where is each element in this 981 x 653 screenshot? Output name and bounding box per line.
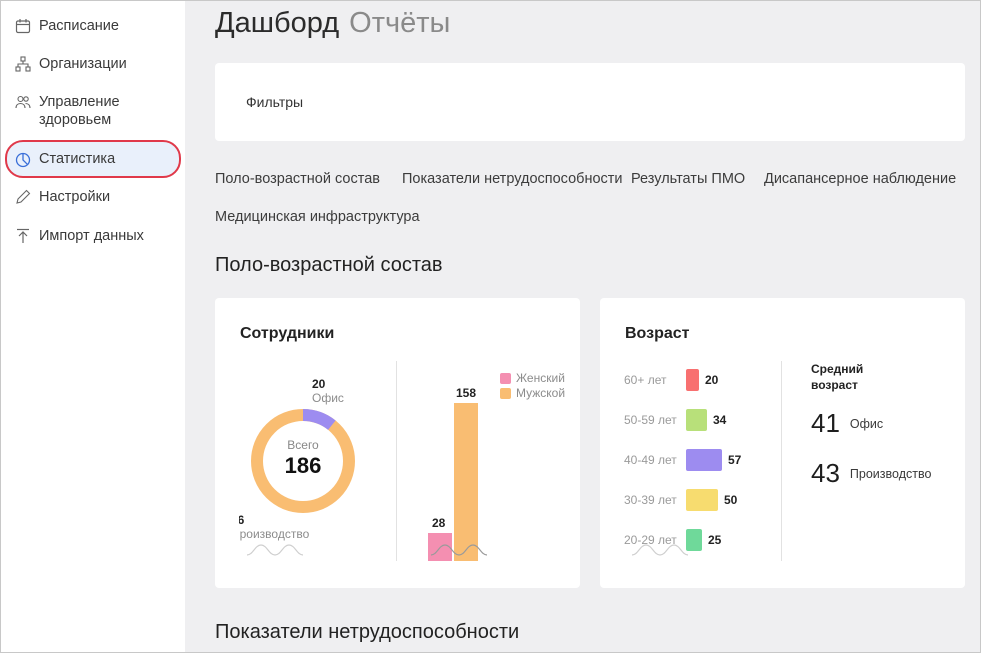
filters-label: Фильтры [246, 94, 304, 110]
loading-wave-icon [431, 544, 487, 556]
bar-male[interactable] [454, 403, 478, 561]
sidebar-item-organizations[interactable]: Организации [5, 55, 181, 73]
upload-icon [17, 228, 29, 243]
age-bar-value: 25 [708, 533, 722, 547]
age-row[interactable]: 40-49 лет 57 [624, 449, 741, 471]
sidebar-item-health-management[interactable]: Управление здоровьем [5, 93, 181, 129]
age-title: Возраст [625, 325, 690, 342]
age-row-label: 50-59 лет [624, 413, 677, 427]
card-divider [396, 361, 397, 561]
total-label: Всего [287, 438, 319, 452]
section-title-demographics: Поло-возрастной состав [215, 254, 443, 276]
age-row[interactable]: 30-39 лет 50 [624, 489, 737, 511]
legend-item-female[interactable]: Женский [500, 371, 580, 385]
office-callout: 20 Офис [312, 377, 344, 405]
production-callout: 66 Производство [239, 513, 329, 541]
page-title-text: Дашборд [215, 7, 340, 39]
sidebar-item-label: Настройки [39, 189, 111, 205]
office-value: 20 [312, 377, 326, 391]
employees-card: Сотрудники Всего 186 20 Офис 66 Производ… [215, 298, 580, 588]
loading-wave-icon [247, 544, 303, 556]
total-value: 186 [284, 453, 322, 478]
age-bar[interactable] [686, 489, 718, 511]
sidebar-item-statistics[interactable]: Статистика [5, 140, 181, 178]
average-age-title: Средний возраст [811, 362, 864, 392]
age-card: Возраст 60+ лет 20 50-59 лет 34 40-49 лет 57 3… [600, 298, 965, 588]
page-subtitle[interactable]: Отчёты [349, 7, 450, 39]
office-label: Офис [312, 391, 344, 405]
sidebar-item-label: Расписание [39, 18, 119, 34]
average-age-production: 43 Производство [811, 458, 931, 489]
sidebar-item-settings[interactable]: Настройки [5, 188, 181, 206]
legend-swatch [500, 372, 511, 384]
loading-wave-icon [632, 544, 688, 556]
pie-chart-icon [15, 152, 31, 167]
page-title: Дашборд Отчёты [215, 7, 450, 40]
tab-dispensary[interactable]: Дисапансерное наблюдение [764, 171, 956, 187]
average-age-value: 41 [811, 408, 840, 438]
employees-title: Сотрудники [240, 325, 335, 342]
age-bar[interactable] [686, 409, 707, 431]
main-content: Дашборд Отчёты Фильтры Поло-возрастной со… [185, 1, 980, 652]
calendar-icon [15, 19, 31, 34]
sidebar-item-label: Управление здоровьем [39, 94, 120, 128]
tab-pmo-results[interactable]: Результаты ПМО [631, 171, 745, 187]
age-bar[interactable] [686, 449, 722, 471]
sidebar: Расписание Организации Управление здоров… [1, 1, 185, 652]
average-age-label: Офис [849, 416, 884, 431]
age-row[interactable]: 60+ лет 20 [624, 369, 718, 391]
bar-female-label: 28 [432, 516, 446, 530]
bar-male-label: 158 [456, 386, 477, 400]
legend-label: Мужской [516, 386, 566, 400]
average-age-value: 43 [811, 458, 840, 488]
production-label: Производство [239, 527, 310, 541]
gender-legend: Женский Мужской [500, 371, 580, 400]
sidebar-item-label: Статистика [39, 151, 116, 167]
donut-center: Всего 186 [275, 438, 331, 479]
age-row-label: 30-39 лет [624, 493, 677, 507]
legend-label: Женский [516, 371, 565, 385]
sidebar-item-label: Импорт данных [39, 228, 144, 244]
pencil-icon [16, 189, 31, 204]
production-value: 66 [239, 513, 329, 527]
people-icon [15, 95, 31, 109]
age-bar-value: 20 [705, 373, 719, 387]
age-row[interactable]: 50-59 лет 34 [624, 409, 726, 431]
legend-item-male[interactable]: Мужской [500, 386, 580, 400]
age-bar-value: 34 [713, 413, 727, 427]
app-window: Расписание Организации Управление здоров… [0, 0, 981, 653]
sidebar-item-label: Организации [39, 56, 127, 72]
sidebar-item-schedule[interactable]: Расписание [5, 17, 181, 35]
legend-swatch [500, 387, 511, 399]
filters-panel[interactable]: Фильтры [215, 63, 965, 141]
age-row-label: 60+ лет [624, 373, 667, 387]
org-structure-icon [15, 56, 31, 72]
age-bar-value: 50 [724, 493, 738, 507]
tab-medical-infrastructure[interactable]: Медицинская инфраструктура [215, 209, 420, 225]
age-bar[interactable] [686, 369, 699, 391]
average-age-label: Производство [849, 466, 932, 481]
age-bar[interactable] [686, 529, 702, 551]
tab-demographics[interactable]: Поло-возрастной состав [215, 171, 380, 187]
sidebar-item-data-import[interactable]: Импорт данных [5, 227, 181, 245]
tab-disability[interactable]: Показатели нетрудоспособности [402, 171, 623, 187]
card-divider [781, 361, 782, 561]
average-age-office: 41 Офис [811, 408, 883, 439]
age-row-label: 40-49 лет [624, 453, 677, 467]
section-title-disability: Показатели нетрудоспособности [215, 621, 520, 643]
age-bar-value: 57 [728, 453, 742, 467]
